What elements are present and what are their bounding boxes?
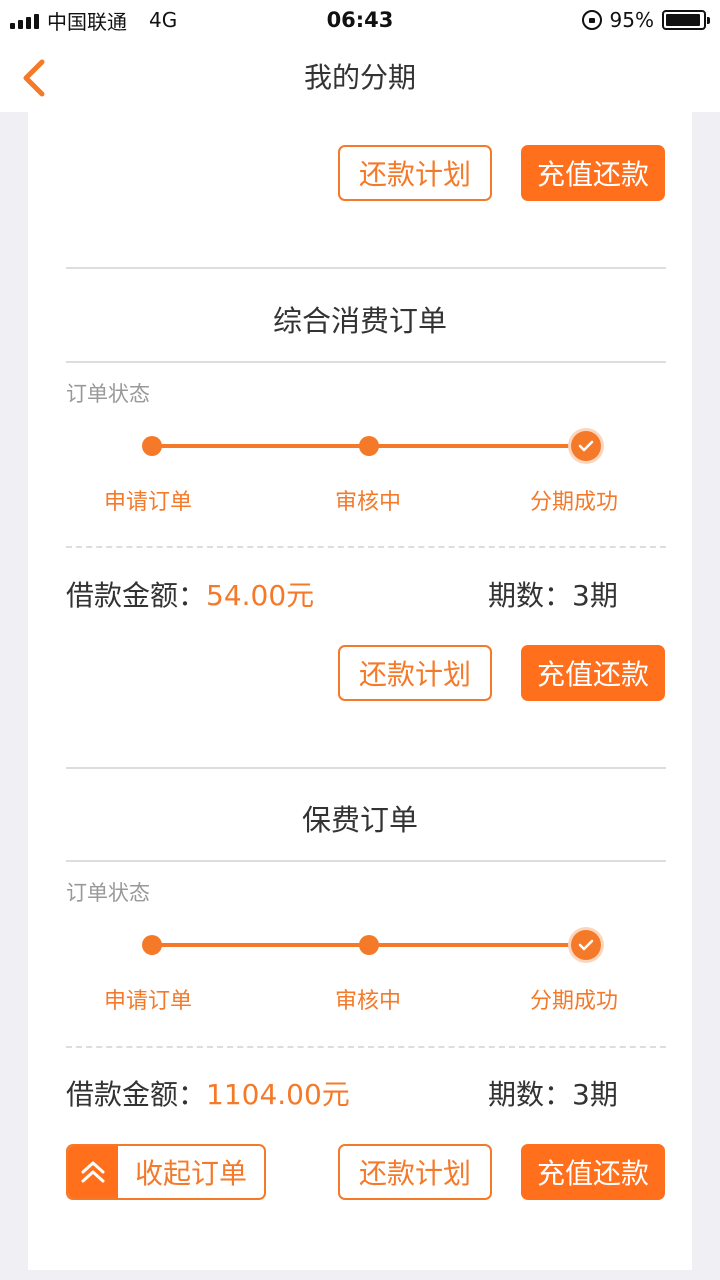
step-label: 审核中	[335, 989, 402, 1014]
divider	[66, 267, 666, 269]
divider	[66, 767, 666, 769]
status-bar: 中国联通 4G 06:43 95%	[0, 0, 720, 40]
recharge-repay-button[interactable]: 充值还款	[521, 1144, 665, 1200]
nav-bar: 我的分期	[0, 40, 720, 112]
dashed-divider	[66, 546, 666, 548]
divider	[66, 361, 666, 363]
collapse-order-label: 收起订单	[134, 1157, 247, 1190]
periods-text: 期数：3期	[488, 579, 618, 612]
double-chevron-up-icon	[68, 1146, 118, 1198]
order-status-label: 订单状态	[66, 881, 150, 905]
loan-amount-label: 借款金额：	[66, 1078, 207, 1111]
loan-amount-value: 54.00元	[206, 579, 315, 612]
dashed-divider	[66, 1046, 666, 1048]
step-dot	[359, 935, 379, 955]
loan-amount: 借款金额：54.00元	[66, 574, 314, 614]
order-card: 还款计划 充值还款 综合消费订单 订单状态 申请订单 审核中 分期成功 借款金额…	[28, 112, 692, 1270]
step-label: 分期成功	[530, 989, 619, 1014]
order-title: 综合消费订单	[272, 304, 447, 338]
loan-amount-label: 借款金额：	[66, 579, 207, 612]
check-icon	[571, 431, 601, 461]
check-icon	[571, 930, 601, 960]
rotation-lock-icon	[581, 10, 602, 30]
divider	[66, 860, 666, 862]
step-dot	[359, 436, 379, 456]
repayment-plan-button[interactable]: 还款计划	[338, 645, 492, 701]
step-dot	[142, 436, 162, 456]
loan-amount-value: 1104.00元	[206, 1078, 350, 1111]
step-label: 分期成功	[530, 490, 619, 515]
order-title: 保费订单	[301, 803, 418, 837]
recharge-repay-button[interactable]: 充值还款	[521, 645, 665, 701]
order-status-label: 订单状态	[66, 382, 150, 406]
step-dot	[142, 935, 162, 955]
loan-amount: 借款金额：1104.00元	[66, 1073, 350, 1113]
step-label: 申请订单	[104, 989, 193, 1014]
page-title: 我的分期	[303, 61, 416, 94]
step-label: 审核中	[335, 490, 402, 515]
repayment-plan-button[interactable]: 还款计划	[338, 145, 492, 201]
repayment-plan-button[interactable]: 还款计划	[338, 1144, 492, 1200]
step-label: 申请订单	[104, 490, 193, 515]
battery-percent: 95%	[609, 8, 654, 32]
recharge-repay-button[interactable]: 充值还款	[521, 145, 665, 201]
battery-icon	[662, 10, 710, 30]
periods-text: 期数：3期	[488, 1078, 618, 1111]
collapse-order-button[interactable]: 收起订单	[66, 1144, 266, 1200]
